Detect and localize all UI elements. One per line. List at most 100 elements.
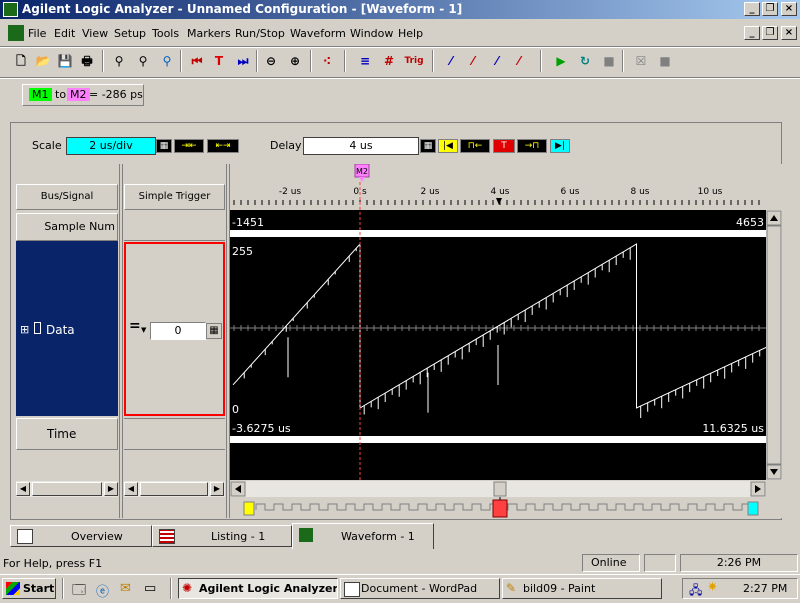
delay-to-trigger-icon[interactable]: T bbox=[493, 139, 515, 153]
quick-launch-ie-icon[interactable]: ⓔ bbox=[96, 581, 109, 600]
delay-calculator-icon[interactable]: ▦ bbox=[420, 139, 436, 153]
trigger-value-field[interactable]: 0 bbox=[150, 322, 206, 340]
delay-next-edge-icon[interactable]: →⊓ bbox=[517, 139, 547, 153]
sample-num-right: 4653 bbox=[736, 216, 764, 229]
print-icon[interactable]: 🖶 bbox=[78, 52, 96, 70]
menu-waveform[interactable]: Waveform bbox=[290, 27, 346, 40]
scale-field[interactable]: 2 us/div bbox=[66, 137, 156, 155]
bus-signal-header[interactable]: Bus/Signal bbox=[16, 184, 118, 210]
close-button[interactable]: × bbox=[781, 2, 797, 16]
trigger-column-scrollbar[interactable]: ◀ ▶ bbox=[124, 481, 225, 497]
menu-markers[interactable]: Markers bbox=[187, 27, 231, 40]
navigator-viewport-icon[interactable] bbox=[492, 499, 508, 518]
scroll-thumb[interactable] bbox=[140, 482, 208, 496]
stop-icon[interactable]: ■ bbox=[600, 52, 618, 70]
run-repetitive-icon[interactable]: ↻ bbox=[576, 52, 594, 70]
scroll-left-icon[interactable]: ◀ bbox=[124, 482, 138, 496]
marker-settings-icon[interactable]: ⁄ bbox=[464, 52, 482, 70]
menu-view[interactable]: View bbox=[82, 27, 108, 40]
trigger-setup-icon[interactable]: Trig bbox=[404, 52, 424, 70]
marker-delta-value: = -286 ps bbox=[89, 88, 143, 101]
zoom-in-icon[interactable]: ⊕ bbox=[286, 52, 304, 70]
signal-column-scrollbar[interactable]: ◀ ▶ bbox=[16, 481, 118, 497]
menu-help[interactable]: Help bbox=[398, 27, 423, 40]
menu-edit[interactable]: Edit bbox=[54, 27, 75, 40]
child-restore-button[interactable]: ❐ bbox=[762, 26, 778, 40]
trigger-operator-dropdown-icon[interactable]: ▼ bbox=[141, 326, 146, 334]
menu-setup[interactable]: Setup bbox=[114, 27, 146, 40]
find-icon[interactable]: ⚲ bbox=[110, 52, 128, 70]
scroll-thumb[interactable] bbox=[32, 482, 102, 496]
time-row-label[interactable]: Time bbox=[16, 418, 118, 450]
menu-window[interactable]: Window bbox=[350, 27, 393, 40]
go-to-start-icon[interactable]: ⏮ bbox=[188, 52, 206, 70]
tab-listing[interactable]: Listing - 1 bbox=[152, 525, 292, 547]
mdi-child-icon[interactable] bbox=[8, 25, 24, 41]
add-marker-icon[interactable]: ⁄ bbox=[442, 52, 460, 70]
zoom-out-icon[interactable]: ⊖ bbox=[262, 52, 280, 70]
vertical-scroll-thumb[interactable] bbox=[766, 225, 782, 465]
trigger-calculator-icon[interactable]: ▦ bbox=[206, 323, 222, 339]
trigger-value-cell[interactable]: = ▼ 0 ▦ bbox=[124, 242, 225, 416]
status-online: Online bbox=[582, 554, 640, 572]
find-previous-icon[interactable]: ⚲ bbox=[158, 52, 176, 70]
waveform-display[interactable]: M2 -2 us 0 s2 us 4 us 6 us 8 us 10 us -1451 4… bbox=[230, 164, 782, 518]
quick-launch-show-desktop-icon[interactable]: ▭ bbox=[144, 581, 156, 596]
marker-readout[interactable]: M1 to M2 = -286 ps bbox=[22, 84, 144, 106]
notification-star-icon[interactable]: ✷ bbox=[707, 580, 718, 595]
go-to-end-icon[interactable]: ⏭ bbox=[234, 52, 252, 70]
grid-icon[interactable]: # bbox=[380, 52, 398, 70]
halt-icon[interactable]: ■ bbox=[656, 52, 674, 70]
delay-to-start-icon[interactable]: |◀ bbox=[438, 139, 458, 153]
status-empty-cell bbox=[644, 554, 676, 572]
network-icon[interactable]: 🖧 bbox=[689, 581, 702, 602]
signal-group-icon[interactable]: ⁖ bbox=[318, 52, 336, 70]
time-right-value: 11.6325 us bbox=[702, 422, 764, 435]
trigger-operator[interactable]: = bbox=[129, 318, 141, 334]
taskbar-paint[interactable]: ✎ bild09 - Paint bbox=[502, 578, 662, 599]
delay-previous-edge-icon[interactable]: ⊓← bbox=[460, 139, 490, 153]
minimize-button[interactable]: _ bbox=[744, 2, 760, 16]
time-tick-label: 4 us bbox=[491, 187, 510, 197]
column-splitter[interactable] bbox=[119, 164, 123, 518]
start-button[interactable]: Start bbox=[2, 578, 56, 599]
menu-run-stop[interactable]: Run/Stop bbox=[235, 27, 285, 40]
taskbar-logic-analyzer[interactable]: ✺ Agilent Logic Analyzer... bbox=[178, 578, 338, 599]
scale-calculator-icon[interactable]: ▦ bbox=[156, 139, 172, 153]
navigator-start-icon[interactable] bbox=[243, 501, 255, 516]
zoom-out-scale-icon[interactable]: ⇤⇥ bbox=[207, 139, 239, 153]
find-next-icon[interactable]: ⚲ bbox=[134, 52, 152, 70]
tab-waveform-active[interactable]: Waveform - 1 bbox=[292, 523, 434, 549]
expand-data-icon[interactable]: ⊞ bbox=[20, 323, 29, 336]
taskbar-wordpad[interactable]: Document - WordPad bbox=[340, 578, 500, 599]
cancel-icon[interactable]: ☒ bbox=[632, 52, 650, 70]
sample-num-bar bbox=[230, 230, 766, 237]
zoom-in-scale-icon[interactable]: ⇥⇤ bbox=[174, 139, 204, 153]
go-to-trigger-icon[interactable]: T bbox=[210, 52, 228, 70]
menu-tools[interactable]: Tools bbox=[152, 27, 179, 40]
new-file-icon[interactable]: 🗋 bbox=[12, 52, 30, 70]
run-icon[interactable]: ▶ bbox=[552, 52, 570, 70]
open-folder-icon[interactable]: 📂 bbox=[34, 52, 52, 70]
delay-to-end-icon[interactable]: ▶| bbox=[550, 139, 570, 153]
navigator-end-icon[interactable] bbox=[747, 501, 759, 516]
sample-num-row-label[interactable]: Sample Num bbox=[16, 213, 118, 241]
marker-hold-icon[interactable]: ⁄ bbox=[488, 52, 506, 70]
quick-launch-outlook-icon[interactable]: ✉ bbox=[120, 581, 131, 596]
scroll-right-icon[interactable]: ▶ bbox=[104, 482, 118, 496]
bus-icon[interactable]: ≡ bbox=[356, 52, 374, 70]
menu-file[interactable]: File bbox=[28, 27, 46, 40]
scroll-right-icon[interactable]: ▶ bbox=[210, 482, 224, 496]
save-icon[interactable]: 💾 bbox=[56, 52, 74, 70]
tab-overview[interactable]: Overview bbox=[10, 525, 152, 547]
scroll-left-icon[interactable]: ◀ bbox=[16, 482, 30, 496]
child-close-button[interactable]: × bbox=[781, 26, 797, 40]
data-row-selected[interactable]: ⊞ Data bbox=[16, 241, 118, 416]
simple-trigger-header[interactable]: Simple Trigger bbox=[124, 184, 225, 210]
maximize-button[interactable]: ❐ bbox=[762, 2, 778, 16]
marker-overflow-icon[interactable]: ⁄ bbox=[510, 52, 528, 70]
horizontal-scroll-thumb[interactable] bbox=[493, 481, 507, 497]
child-minimize-button[interactable]: _ bbox=[744, 26, 760, 40]
data-bottom-value: 0 bbox=[232, 403, 239, 416]
delay-field[interactable]: 4 us bbox=[303, 137, 419, 155]
